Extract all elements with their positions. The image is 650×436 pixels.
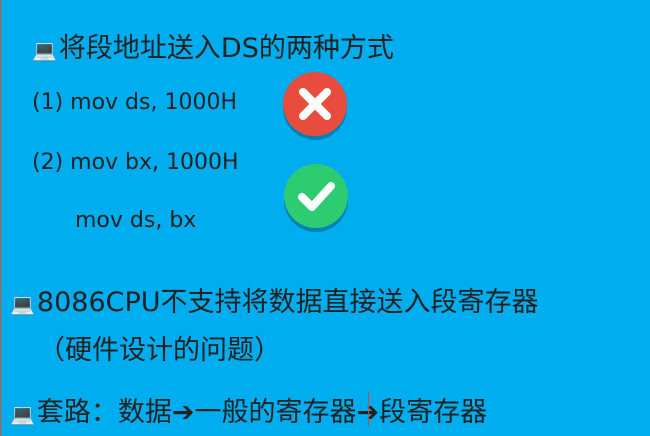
wrong-icon [283,72,347,136]
point-2: 💻套路：数据➔一般的寄存器➔段寄存器 [10,390,487,429]
option-2-line-1: (2) mov bx, 1000H [32,150,239,175]
option-1: (1) mov ds, 1000H [32,90,238,115]
point-1: 💻8086CPU不支持将数据直接送入段寄存器 [10,280,539,319]
point-2-text: 套路：数据➔一般的寄存器➔段寄存器 [36,397,488,428]
point-1-note: （硬件设计的问题） [38,335,281,366]
point-1-text: 8086CPU不支持将数据直接送入段寄存器 [36,287,539,318]
computer-icon: 💻 [10,291,35,316]
slide-left-border [0,0,2,436]
computer-icon: 💻 [32,37,57,62]
option-2-line-2: mov ds, bx [75,208,197,233]
computer-icon: 💻 [10,401,35,426]
slide-title: 💻将段地址送入DS的两种方式 [32,26,394,65]
check-icon [284,164,348,228]
text-cursor [368,392,369,426]
title-text: 将段地址送入DS的两种方式 [58,33,394,64]
